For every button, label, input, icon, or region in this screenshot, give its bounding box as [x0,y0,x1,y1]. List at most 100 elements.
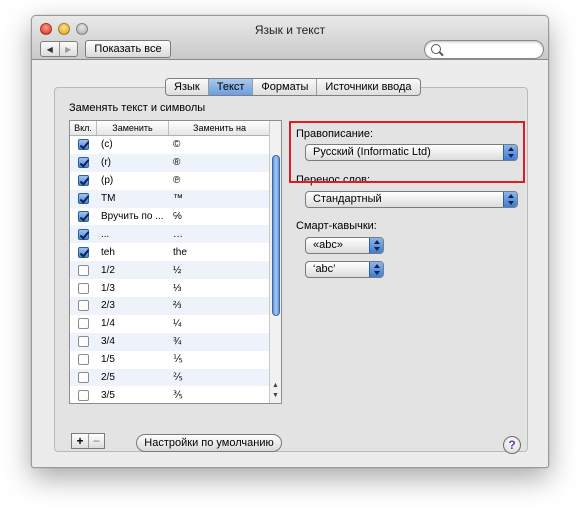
with-cell[interactable]: © [168,139,270,150]
replace-cell[interactable]: (r) [96,157,168,168]
replace-cell[interactable]: 2/3 [96,300,168,311]
table-row[interactable]: 1/3 ⅓ [70,279,270,297]
double-quotes-popup[interactable]: «abc» [305,237,384,254]
enabled-checkbox[interactable] [77,264,89,276]
hyphenation-popup[interactable]: Стандартный [305,191,518,208]
enabled-checkbox[interactable] [77,282,89,294]
table-row[interactable]: 2/3 ⅔ [70,297,270,315]
enabled-checkbox[interactable] [77,318,89,330]
column-header-replace[interactable]: Заменить [96,121,168,135]
with-cell[interactable]: ® [168,157,270,168]
row-checkbox-cell[interactable] [70,211,96,222]
replace-cell[interactable]: 1/5 [96,354,168,365]
table-row[interactable]: 1/4 ¼ [70,315,270,333]
row-checkbox-cell[interactable] [70,300,96,312]
back-button[interactable]: ◀ [41,42,59,56]
forward-button[interactable]: ▶ [58,42,78,56]
replace-cell[interactable]: 1/3 [96,283,168,294]
enabled-checkbox[interactable] [77,300,89,312]
table-row[interactable]: (r) ® [70,153,270,172]
search-input[interactable] [445,43,537,56]
tab-input-sources[interactable]: Источники ввода [316,79,419,95]
replace-cell[interactable]: ... [96,229,168,240]
replace-cell[interactable]: 2/5 [96,372,168,383]
row-checkbox-cell[interactable] [70,336,96,348]
replace-cell[interactable]: 1/4 [96,318,168,329]
replace-cell[interactable]: teh [96,247,168,258]
row-checkbox-cell[interactable] [70,139,96,151]
search-field[interactable] [424,40,544,59]
with-cell[interactable]: ⅖ [168,372,270,383]
enabled-checkbox[interactable] [77,193,89,205]
replace-cell[interactable]: 3/5 [96,390,168,401]
single-quotes-popup[interactable]: ‘abc’ [305,261,384,278]
table-row[interactable]: 3/4 ¾ [70,332,270,351]
table-row[interactable]: ...… [70,225,270,244]
row-checkbox-cell[interactable] [70,389,96,401]
enabled-checkbox[interactable] [77,372,89,384]
enabled-checkbox[interactable] [77,246,89,258]
row-checkbox-cell[interactable] [70,372,96,384]
with-cell[interactable]: ½ [168,265,270,276]
enabled-checkbox[interactable] [77,389,89,401]
with-cell[interactable]: ⅗ [168,390,270,401]
row-checkbox-cell[interactable] [70,246,96,258]
table-scrollbar[interactable]: ▲ ▼ [269,121,281,403]
replace-cell[interactable]: (p) [96,175,168,186]
enabled-checkbox[interactable] [77,228,89,240]
enabled-checkbox[interactable] [77,211,89,222]
row-checkbox-cell[interactable] [70,264,96,276]
scroll-down-icon[interactable]: ▼ [272,392,279,399]
column-header-enabled[interactable]: Вкл. [70,121,96,135]
enabled-checkbox[interactable] [77,139,89,151]
replace-section-label: Заменять текст и символы [69,102,206,114]
table-row[interactable]: 1/5 ⅕ [70,351,270,369]
popup-arrows-icon [503,192,517,207]
enabled-checkbox[interactable] [77,175,89,187]
tab-formats[interactable]: Форматы [252,79,316,95]
replace-cell[interactable]: Вручить по ... [96,211,168,222]
row-checkbox-cell[interactable] [70,193,96,205]
replace-cell[interactable]: 1/2 [96,265,168,276]
with-cell[interactable]: ℗ [168,175,270,186]
remove-button[interactable]: − [88,434,104,448]
enabled-checkbox[interactable] [77,336,89,348]
with-cell[interactable]: ℅ [168,211,270,222]
table-row[interactable]: (c) © [70,136,270,154]
enabled-checkbox[interactable] [77,354,89,366]
with-cell[interactable]: the [168,247,270,258]
with-cell[interactable]: ™ [168,193,270,204]
scroll-up-icon[interactable]: ▲ [272,382,279,389]
table-row[interactable]: 3/5 ⅗ [70,386,270,403]
replace-cell[interactable]: TM [96,193,168,204]
replace-cell[interactable]: 3/4 [96,336,168,347]
table-row[interactable]: TM ™ [70,189,270,208]
table-row[interactable]: 1/2 ½ [70,261,270,280]
replace-cell[interactable]: (c) [96,139,168,150]
with-cell[interactable]: ⅓ [168,283,270,294]
row-checkbox-cell[interactable] [70,175,96,187]
enabled-checkbox[interactable] [77,157,89,169]
tab-language[interactable]: Язык [166,79,208,95]
add-button[interactable]: + [72,434,88,448]
restore-defaults-button[interactable]: Настройки по умолчанию [136,434,282,452]
with-cell[interactable]: ¾ [168,336,270,347]
row-checkbox-cell[interactable] [70,318,96,330]
help-button[interactable]: ? [503,436,521,454]
table-row[interactable]: 2/5 ⅖ [70,368,270,387]
row-checkbox-cell[interactable] [70,282,96,294]
scrollbar-thumb[interactable] [272,155,280,316]
tab-text[interactable]: Текст [207,79,253,95]
row-checkbox-cell[interactable] [70,157,96,169]
show-all-button[interactable]: Показать все [85,40,171,58]
table-row[interactable]: (p) ℗ [70,172,270,190]
with-cell[interactable]: ⅕ [168,354,270,365]
with-cell[interactable]: ⅔ [168,300,270,311]
row-checkbox-cell[interactable] [70,228,96,240]
table-row[interactable]: Вручить по ... ℅ [70,208,270,226]
column-header-with[interactable]: Заменить на [168,121,270,135]
with-cell[interactable]: ¼ [168,318,270,329]
table-row[interactable]: teh the [70,243,270,261]
row-checkbox-cell[interactable] [70,354,96,366]
with-cell[interactable]: … [168,229,270,240]
